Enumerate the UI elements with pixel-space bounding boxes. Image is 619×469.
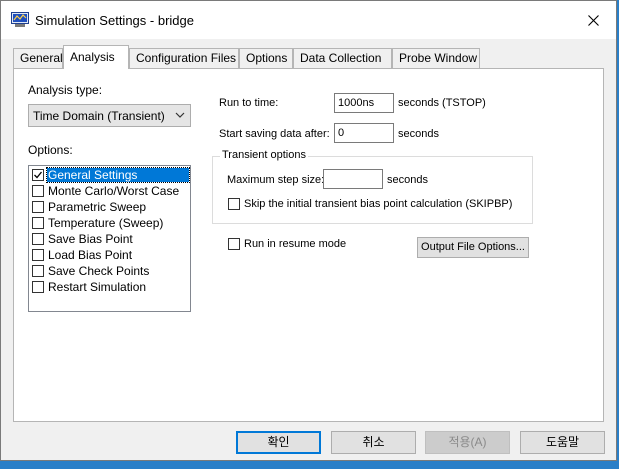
max-step-label: Maximum step size: [227,174,325,186]
help-button[interactable]: 도움말 [520,431,605,454]
max-step-input[interactable] [323,169,383,189]
start-saving-input[interactable] [334,123,394,143]
tab-configuration-files[interactable]: Configuration Files [129,48,239,69]
temperature-sweep-checkbox[interactable] [32,217,44,229]
parametric-sweep-checkbox[interactable] [32,201,44,213]
chevron-down-icon [175,112,185,118]
title-bar: Simulation Settings - bridge [1,1,616,39]
monte-carlo-checkbox[interactable] [32,185,44,197]
option-label: Monte Carlo/Worst Case [48,184,180,198]
tab-analysis[interactable]: Analysis [63,45,129,69]
transient-options-title: Transient options [220,149,308,161]
save-check-points-checkbox[interactable] [32,265,44,277]
skip-bias-box[interactable] [228,198,240,210]
tab-options[interactable]: Options [239,48,293,69]
tab-data-collection[interactable]: Data Collection [293,48,392,69]
checkmark-icon [34,171,43,179]
ok-button[interactable]: 확인 [236,431,321,454]
option-label: Save Check Points [48,264,150,278]
run-to-time-unit: seconds (TSTOP) [398,97,486,109]
cancel-button[interactable]: 취소 [331,431,416,454]
option-save-bias-point[interactable]: Save Bias Point [30,231,189,247]
window-title: Simulation Settings - bridge [35,13,194,28]
load-bias-point-checkbox[interactable] [32,249,44,261]
option-label: Parametric Sweep [48,200,147,214]
option-general-settings[interactable]: General Settings [30,167,190,183]
transient-options-group: Transient options Maximum step size: sec… [212,149,533,224]
apply-button: 적용(A) [425,431,510,454]
options-label: Options: [28,143,73,157]
option-label: Restart Simulation [48,280,147,294]
run-to-time-input[interactable] [334,93,394,113]
option-save-check-points[interactable]: Save Check Points [30,263,189,279]
save-bias-point-checkbox[interactable] [32,233,44,245]
resume-mode-checkbox[interactable]: Run in resume mode [228,238,346,250]
output-file-options-button[interactable]: Output File Options... [417,237,529,258]
option-monte-carlo[interactable]: Monte Carlo/Worst Case [30,183,189,199]
app-icon [11,12,29,27]
analysis-panel: Analysis type: Time Domain (Transient) O… [13,68,604,422]
run-to-time-label: Run to time: [219,97,279,109]
option-label: Save Bias Point [48,232,133,246]
restart-simulation-checkbox[interactable] [32,281,44,293]
option-label: Load Bias Point [48,248,133,262]
option-temperature-sweep[interactable]: Temperature (Sweep) [30,215,189,231]
resume-mode-label: Run in resume mode [244,238,347,250]
max-step-unit: seconds [387,174,428,186]
option-label: Temperature (Sweep) [48,216,164,230]
option-label: General Settings [46,167,190,183]
option-load-bias-point[interactable]: Load Bias Point [30,247,189,263]
analysis-type-value: Time Domain (Transient) [33,109,165,123]
start-saving-unit: seconds [398,128,439,140]
option-restart-simulation[interactable]: Restart Simulation [30,279,189,295]
options-list[interactable]: General Settings Monte Carlo/Worst Case … [28,165,191,312]
analysis-type-label: Analysis type: [28,83,103,97]
skip-bias-checkbox[interactable]: Skip the initial transient bias point ca… [228,198,512,210]
resume-mode-box[interactable] [228,238,240,250]
tab-probe-window[interactable]: Probe Window [392,48,480,69]
tab-general[interactable]: General [13,48,63,69]
close-button[interactable] [570,1,616,39]
start-saving-label: Start saving data after: [219,128,330,140]
analysis-type-select[interactable]: Time Domain (Transient) [28,104,191,127]
option-parametric-sweep[interactable]: Parametric Sweep [30,199,189,215]
close-icon [587,14,599,26]
simulation-settings-dialog: Simulation Settings - bridge General Ana… [0,0,617,461]
general-settings-checkbox[interactable] [32,169,44,181]
skip-bias-label: Skip the initial transient bias point ca… [244,198,513,210]
